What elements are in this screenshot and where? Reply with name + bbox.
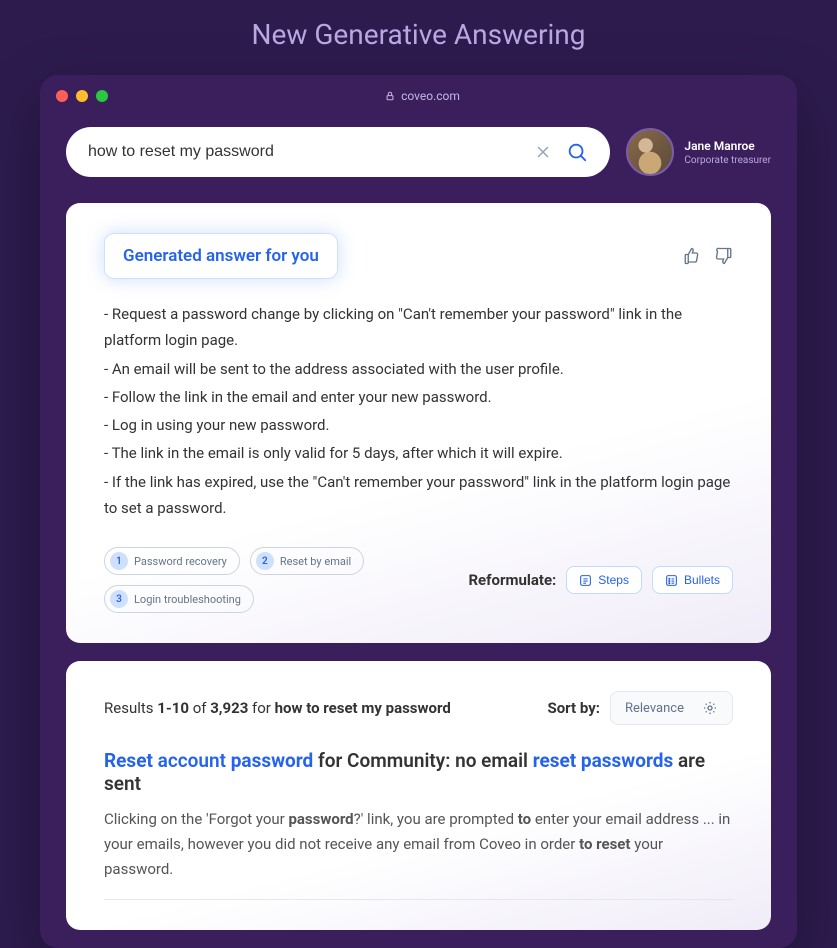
clear-search-button[interactable] xyxy=(534,143,552,161)
user-block[interactable]: Jane Manroe Corporate treasurer xyxy=(626,128,771,176)
thumbs-up-button[interactable] xyxy=(683,247,701,265)
source-tag[interactable]: 2 Reset by email xyxy=(250,547,364,575)
tag-number: 3 xyxy=(110,590,128,608)
reformulate-bullets-button[interactable]: Bullets xyxy=(652,566,733,594)
generated-answer-card: Generated answer for you - Request a pas… xyxy=(66,203,771,643)
user-name: Jane Manroe xyxy=(684,139,771,153)
generated-answer-badge: Generated answer for you xyxy=(104,233,338,279)
url-bar: coveo.com xyxy=(40,75,797,117)
answer-line: - Follow the link in the email and enter… xyxy=(104,384,733,410)
results-query: how to reset my password xyxy=(275,699,451,717)
maximize-window-icon[interactable] xyxy=(96,90,108,102)
tag-number: 1 xyxy=(110,552,128,570)
close-icon xyxy=(534,143,552,161)
answer-line: - Log in using your new password. xyxy=(104,412,733,438)
source-tags: 1 Password recovery 2 Reset by email 3 L… xyxy=(104,547,452,613)
sort-value: Relevance xyxy=(625,701,684,716)
result-title[interactable]: Reset account password for Community: no… xyxy=(104,749,733,795)
tag-number: 2 xyxy=(256,552,274,570)
tag-label: Reset by email xyxy=(280,555,351,568)
url-text: coveo.com xyxy=(401,89,460,103)
url-display: coveo.com xyxy=(116,89,729,103)
tag-label: Login troubleshooting xyxy=(134,593,241,606)
reformulate-controls: Reformulate: Steps Bullets xyxy=(468,566,733,594)
sort-icon xyxy=(702,700,718,716)
thumbs-down-icon xyxy=(715,247,733,265)
search-icon xyxy=(566,141,588,163)
results-range: 1-10 xyxy=(157,699,189,717)
sort-select[interactable]: Relevance xyxy=(610,691,733,725)
search-box xyxy=(66,127,610,177)
result-snippet: Clicking on the 'Forgot your password?' … xyxy=(104,807,733,900)
answer-body: - Request a password change by clicking … xyxy=(104,301,733,521)
thumbs-up-icon xyxy=(683,247,701,265)
tag-label: Password recovery xyxy=(134,555,227,568)
source-tag[interactable]: 3 Login troubleshooting xyxy=(104,585,254,613)
close-window-icon[interactable] xyxy=(56,90,68,102)
user-role: Corporate treasurer xyxy=(684,155,771,166)
feedback-buttons xyxy=(683,247,733,265)
minimize-window-icon[interactable] xyxy=(76,90,88,102)
lock-icon xyxy=(385,91,395,101)
answer-line: - If the link has expired, use the "Can'… xyxy=(104,469,733,522)
steps-icon xyxy=(579,574,592,587)
avatar xyxy=(626,128,674,176)
sort-by-label: Sort by: xyxy=(547,699,600,717)
reformulate-label: Reformulate: xyxy=(468,571,556,589)
answer-line: - The link in the email is only valid fo… xyxy=(104,440,733,466)
sort-controls: Sort by: Relevance xyxy=(547,691,733,725)
results-card: Results 1-10 of 3,923 for how to reset m… xyxy=(66,661,771,930)
header-row: Jane Manroe Corporate treasurer xyxy=(40,117,797,203)
reformulate-steps-button[interactable]: Steps xyxy=(566,566,642,594)
results-meta: Results 1-10 of 3,923 for how to reset m… xyxy=(104,691,733,725)
bullets-icon xyxy=(665,574,678,587)
browser-window: coveo.com Jane Manroe Corporate treasure… xyxy=(40,75,797,948)
results-total: 3,923 xyxy=(210,699,248,717)
search-button[interactable] xyxy=(566,141,588,163)
answer-line: - An email will be sent to the address a… xyxy=(104,356,733,382)
answer-line: - Request a password change by clicking … xyxy=(104,301,733,354)
source-tag[interactable]: 1 Password recovery xyxy=(104,547,240,575)
page-heading: New Generative Answering xyxy=(0,0,837,75)
traffic-lights xyxy=(56,90,108,102)
thumbs-down-button[interactable] xyxy=(715,247,733,265)
search-input[interactable] xyxy=(88,143,524,161)
